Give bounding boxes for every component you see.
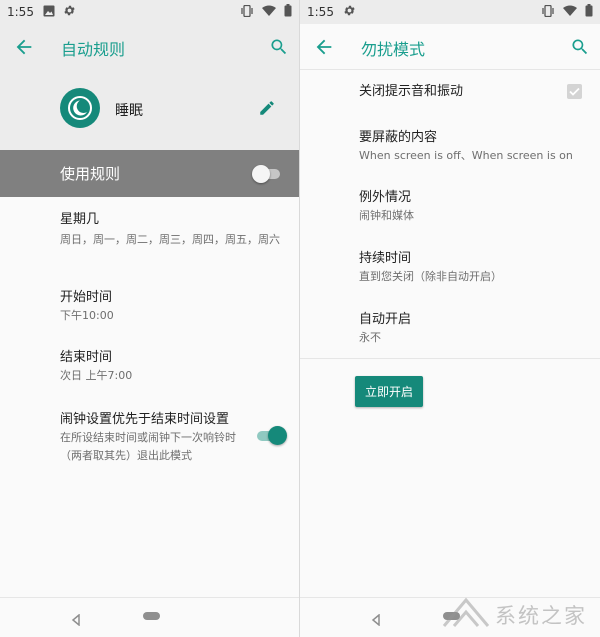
mute-sound-vibration-title: 关闭提示音和振动 (359, 84, 464, 99)
exceptions-setting[interactable]: 例外情况 闹钟和媒体 (359, 189, 595, 225)
page-title: 自动规则 (61, 40, 126, 59)
navigation-bar (0, 597, 299, 637)
duration-setting[interactable]: 持续时间 直到您关闭（除非自动开启） (359, 250, 595, 286)
status-bar: 1:55 (0, 0, 299, 24)
end-time-title: 结束时间 (60, 350, 113, 365)
duration-title: 持续时间 (359, 251, 412, 266)
nav-home-pill-icon[interactable] (143, 612, 160, 620)
toggle-thumb (268, 426, 287, 445)
blocked-content-value: When screen is off、When screen is on (359, 149, 573, 162)
search-icon[interactable] (269, 37, 289, 57)
rule-name: 睡眠 (115, 103, 143, 119)
start-time-setting[interactable]: 开始时间 下午10:00 (60, 289, 292, 325)
sleep-moon-icon (60, 88, 100, 128)
mute-checkbox[interactable] (567, 84, 582, 99)
search-icon[interactable] (570, 37, 590, 57)
alarm-override-desc: 在所设结束时间或闹钟下一次响铃时（两者取其先）退出此模式 (60, 431, 236, 462)
wifi-icon (563, 5, 577, 19)
alarm-override-toggle[interactable] (257, 426, 287, 446)
end-time-value: 次日 上午7:00 (60, 369, 133, 382)
status-bar: 1:55 (300, 0, 600, 24)
exceptions-title: 例外情况 (359, 190, 412, 205)
alarm-override-title: 闹钟设置优先于结束时间设置 (60, 412, 230, 427)
app-bar: 自动规则 (0, 24, 299, 70)
page-title: 勿扰模式 (361, 40, 426, 59)
back-arrow-icon[interactable] (13, 36, 35, 58)
use-rule-label: 使用规则 (60, 165, 121, 183)
settings-gear-icon (343, 4, 356, 20)
duration-value: 直到您关闭（除非自动开启） (359, 270, 502, 283)
start-time-value: 下午10:00 (60, 309, 114, 322)
rule-header: 睡眠 (0, 70, 299, 150)
days-title: 星期几 (60, 212, 100, 227)
auto-on-title: 自动开启 (359, 312, 412, 327)
nav-back-icon[interactable] (370, 611, 382, 627)
blocked-content-setting[interactable]: 要屏蔽的内容 When screen is off、When screen is… (359, 129, 595, 165)
blocked-content-title: 要屏蔽的内容 (359, 130, 438, 145)
days-setting[interactable]: 星期几 周日，周一，周二，周三，周四，周五，周六 (60, 211, 292, 251)
app-bar: 勿扰模式 (300, 24, 600, 70)
start-time-title: 开始时间 (60, 290, 113, 305)
battery-icon (585, 4, 593, 20)
auto-rule-screen: 1:55 自动规则 睡眠 使用规则 星期几 周日，周一，周二，周三，周四，周五，… (0, 0, 299, 637)
image-notification-icon (43, 5, 55, 20)
status-time: 1:55 (307, 5, 334, 19)
do-not-disturb-screen: 1:55 勿扰模式 关闭提示音和振动 要屏蔽的内容 When screen is… (300, 0, 600, 637)
end-time-setting[interactable]: 结束时间 次日 上午7:00 (60, 349, 292, 385)
watermark-text: 系统之家 (495, 604, 587, 628)
edit-pencil-icon[interactable] (258, 99, 276, 117)
use-rule-row[interactable]: 使用规则 (0, 150, 299, 197)
battery-icon (284, 4, 292, 20)
nav-back-icon[interactable] (70, 611, 82, 627)
vibrate-icon (541, 4, 555, 20)
settings-gear-icon (63, 4, 76, 20)
back-arrow-icon[interactable] (313, 36, 335, 58)
wifi-icon (262, 5, 276, 19)
alarm-override-setting[interactable]: 闹钟设置优先于结束时间设置 在所设结束时间或闹钟下一次响铃时（两者取其先）退出此… (60, 411, 240, 465)
vibrate-icon (240, 4, 254, 20)
toggle-thumb (252, 165, 270, 183)
auto-on-setting[interactable]: 自动开启 永不 (359, 311, 595, 347)
status-time: 1:55 (7, 5, 34, 19)
turn-on-now-button[interactable]: 立即开启 (355, 376, 423, 407)
days-value: 周日，周一，周二，周三，周四，周五，周六 (60, 233, 280, 246)
section-divider (300, 358, 600, 359)
exceptions-value: 闹钟和媒体 (359, 209, 414, 222)
mute-sound-vibration-setting[interactable]: 关闭提示音和振动 (359, 83, 595, 101)
auto-on-value: 永不 (359, 331, 381, 344)
use-rule-toggle[interactable] (252, 165, 280, 183)
